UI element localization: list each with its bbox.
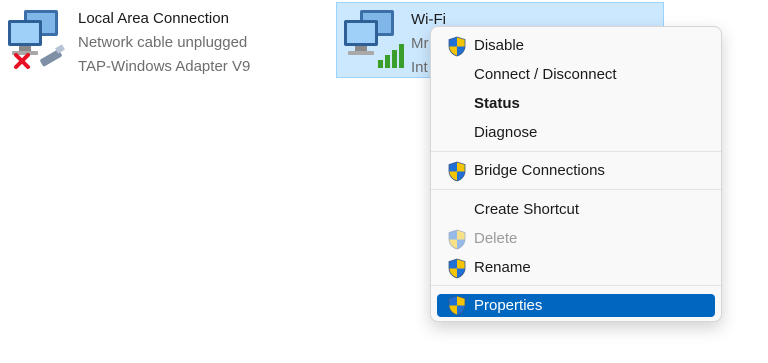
menu-item-label: Delete bbox=[474, 230, 518, 247]
menu-item-diagnose[interactable]: Diagnose bbox=[437, 120, 715, 146]
uac-shield-icon bbox=[447, 295, 467, 316]
adapter-status: Network cable unplugged bbox=[78, 34, 248, 51]
menu-item-label: Status bbox=[474, 95, 520, 112]
menu-separator bbox=[431, 189, 721, 190]
menu-separator bbox=[431, 285, 721, 286]
menu-item-create-shortcut[interactable]: Create Shortcut bbox=[437, 197, 715, 223]
menu-item-disable[interactable]: Disable bbox=[437, 33, 715, 59]
menu-item-label: Diagnose bbox=[474, 124, 538, 141]
network-adapter-icon bbox=[6, 8, 65, 69]
unplugged-cable-icon bbox=[40, 44, 65, 67]
uac-shield-icon bbox=[447, 229, 467, 250]
menu-item-bridge-connections[interactable]: Bridge Connections bbox=[437, 158, 715, 184]
menu-item-properties[interactable]: Properties bbox=[437, 294, 715, 317]
adapter-device: TAP-Windows Adapter V9 bbox=[78, 58, 251, 75]
wifi-adapter-icon bbox=[342, 8, 404, 68]
menu-item-label: Bridge Connections bbox=[474, 162, 605, 179]
menu-item-rename[interactable]: Rename bbox=[437, 255, 715, 281]
menu-item-label: Properties bbox=[474, 297, 543, 314]
uac-shield-icon bbox=[447, 258, 467, 279]
menu-item-label: Disable bbox=[474, 37, 525, 54]
menu-item-label: Connect / Disconnect bbox=[474, 66, 617, 83]
menu-item-connect-disconnect[interactable]: Connect / Disconnect bbox=[437, 62, 715, 88]
menu-item-label: Create Shortcut bbox=[474, 201, 580, 218]
menu-item-label: Rename bbox=[474, 259, 531, 276]
uac-shield-icon bbox=[447, 161, 467, 182]
uac-shield-icon bbox=[447, 36, 467, 57]
adapter-device: Int bbox=[411, 59, 428, 76]
adapter-local-area-connection[interactable]: Local Area Connection Network cable unpl… bbox=[0, 0, 300, 80]
error-x-icon bbox=[14, 53, 30, 69]
adapter-status: Mr bbox=[411, 35, 429, 52]
signal-bars-icon bbox=[378, 44, 404, 68]
menu-item-status[interactable]: Status bbox=[437, 91, 715, 117]
adapter-name: Local Area Connection bbox=[78, 10, 229, 27]
menu-item-delete: Delete bbox=[437, 226, 715, 252]
menu-separator bbox=[431, 151, 721, 152]
context-menu: Disable Connect / Disconnect Status Diag… bbox=[430, 26, 722, 322]
